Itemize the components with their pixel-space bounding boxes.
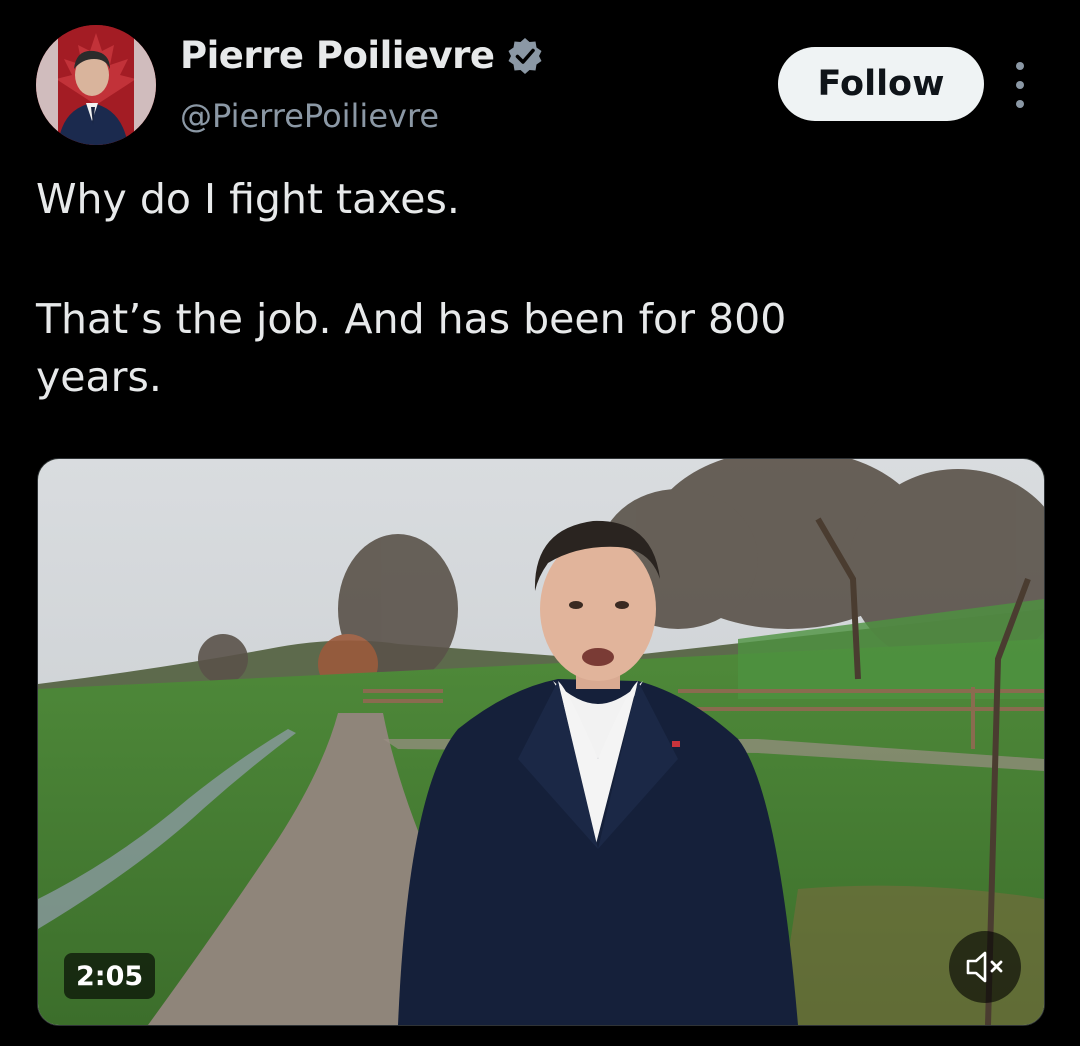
- avatar[interactable]: [36, 25, 156, 145]
- author-handle[interactable]: @PierrePoilievre: [180, 97, 439, 135]
- tweet-text-line: Why do I fight taxes.: [36, 175, 460, 223]
- speaker-muted-icon: [966, 951, 1003, 983]
- tweet-text-line: That’s the job. And has been for 800: [36, 295, 787, 343]
- verified-badge-icon: [508, 37, 542, 74]
- more-options-icon[interactable]: [1004, 62, 1036, 108]
- tweet-text: Why do I fight taxes. That’s the job. An…: [36, 170, 996, 406]
- more-dot: [1016, 100, 1024, 108]
- more-dot: [1016, 62, 1024, 70]
- author-name[interactable]: Pierre Poilievre: [180, 34, 545, 77]
- volume-muted-icon[interactable]: [949, 931, 1021, 1003]
- tweet-card: Pierre Poilievre @PierrePoilievre Follow…: [0, 0, 1080, 1046]
- display-name-text: Pierre Poilievre: [180, 34, 495, 77]
- more-dot: [1016, 81, 1024, 89]
- profile-photo-icon: [36, 25, 156, 145]
- video-duration-badge: 2:05: [64, 953, 156, 999]
- video-thumbnail: [38, 459, 1044, 1025]
- video-player[interactable]: 2:05: [37, 458, 1045, 1026]
- tweet-text-line: years.: [36, 353, 162, 401]
- follow-button[interactable]: Follow: [778, 47, 984, 121]
